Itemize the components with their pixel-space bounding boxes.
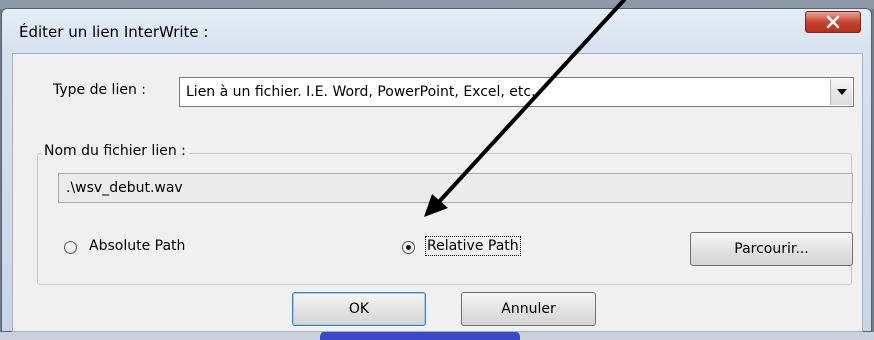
annotation-arrow (424, 0, 626, 217)
annotation-arrow-shaft (435, 0, 626, 206)
